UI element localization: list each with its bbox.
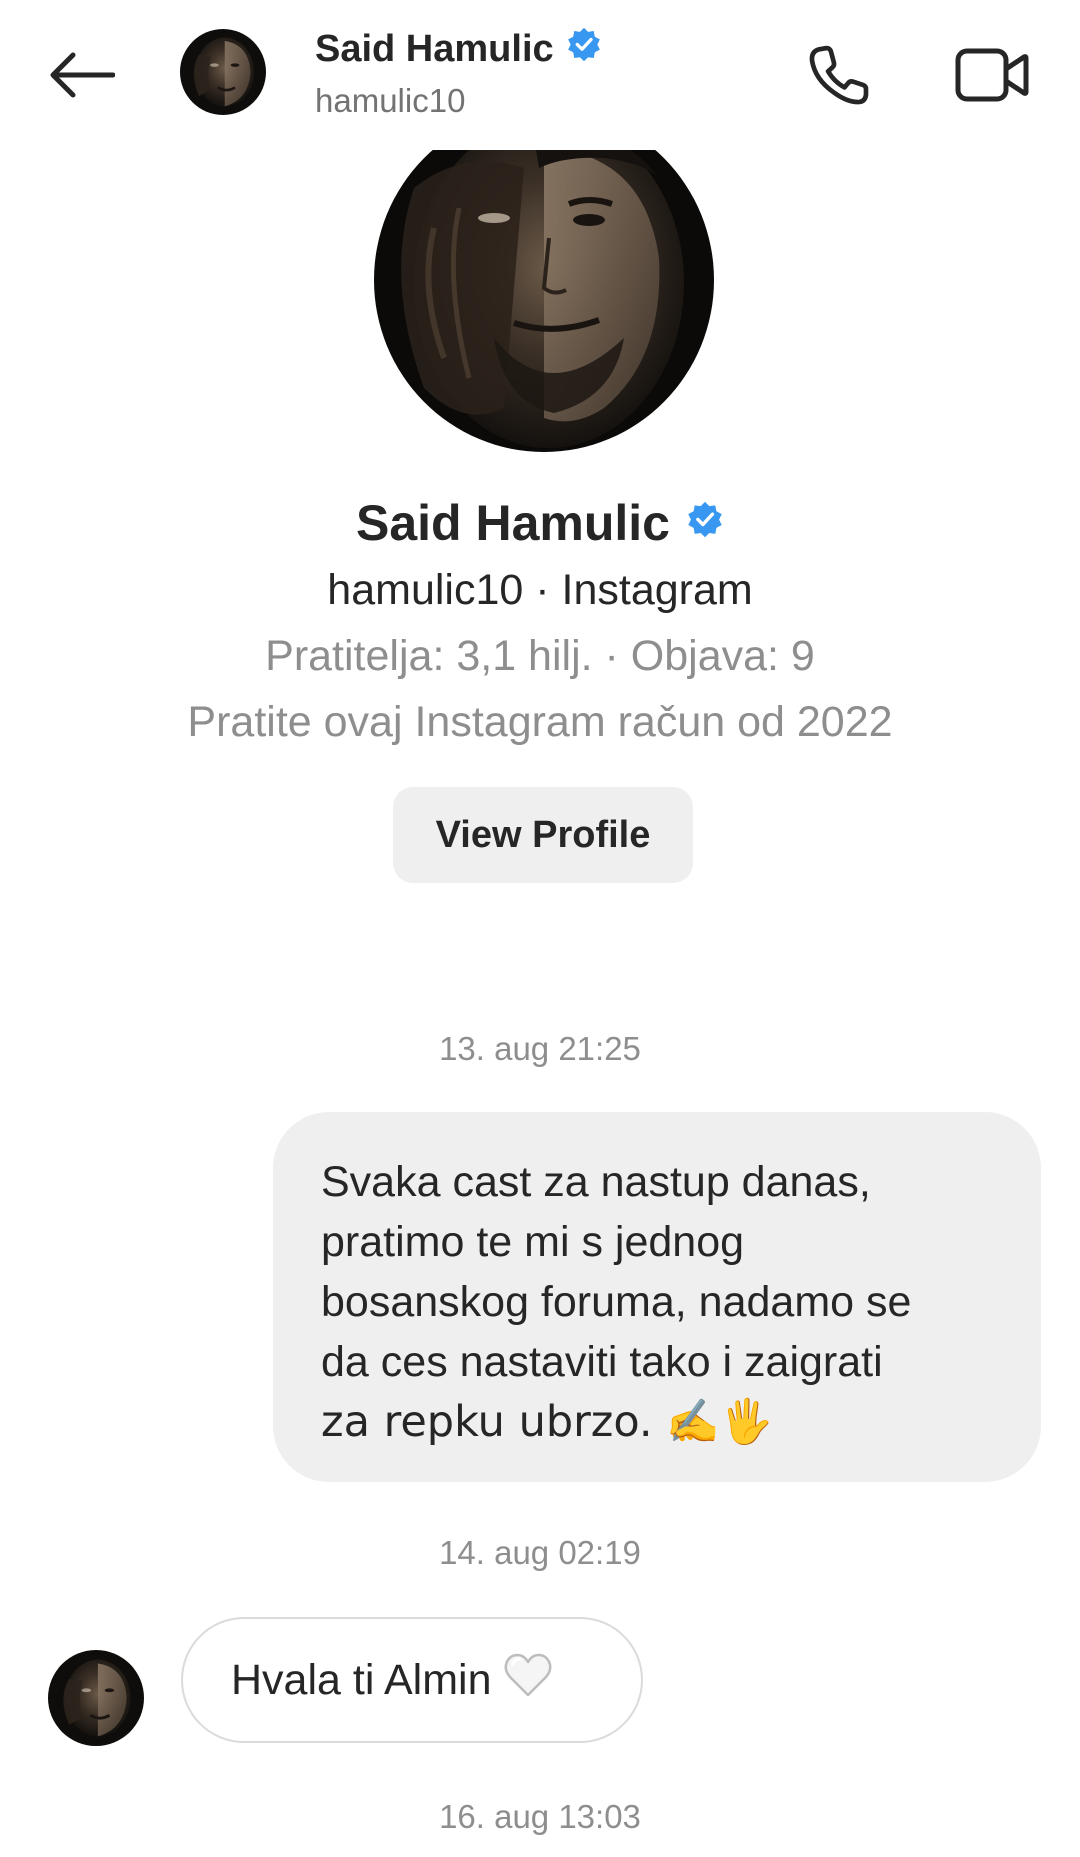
profile-stats: Pratitelja: 3,1 hilj. · Objava: 9 [265,632,815,680]
profile-name-text: Said Hamulic [356,495,670,551]
video-call-button[interactable] [944,32,1040,118]
phone-icon [809,45,869,105]
header-handle: hamulic10 [315,82,466,119]
outgoing-message-bubble[interactable]: Svaka cast za nastup danas, pratimo te m… [273,1112,1041,1482]
incoming-message-bubble[interactable]: Hvala ti Almin [181,1617,643,1743]
message-line: bosanskog foruma, nadamo se [321,1278,912,1326]
profile-follow-since: Pratite ovaj Instagram račun od 2022 [187,698,893,746]
message-line: da ces nastaviti tako i zaigrati [321,1338,883,1386]
verified-badge-icon [686,492,724,550]
message-text: Hvala ti Almin [231,1655,492,1704]
message-line: pratimo te mi s jednog [321,1218,745,1266]
header-avatar[interactable] [180,29,266,115]
white-heart-icon [503,1652,553,1709]
header-name[interactable]: Said Hamulic [315,26,602,72]
verified-badge-icon [566,26,602,72]
avatar-image [180,29,266,115]
video-camera-icon [955,48,1029,102]
profile-avatar-image [374,108,714,452]
arrow-left-icon [50,52,115,98]
profile-avatar[interactable] [374,108,714,452]
message-line: Svaka cast za nastup danas, [321,1158,871,1206]
message-timestamp: 16. aug 13:03 [439,1798,641,1835]
back-button[interactable] [40,38,124,112]
call-button[interactable] [796,32,882,118]
message-timestamp: 14. aug 02:19 [439,1534,641,1571]
message-line: za repku ubrzo. ✍️🖐️ [321,1397,774,1447]
view-profile-button[interactable]: View Profile [393,787,693,883]
sender-avatar-image [48,1650,144,1746]
message-timestamp: 13. aug 21:25 [439,1030,641,1067]
sender-avatar[interactable] [48,1650,144,1746]
chat-header: Said Hamulic hamulic10 [0,0,1080,150]
profile-name: Said Hamulic [0,492,1080,552]
header-name-text: Said Hamulic [315,27,554,70]
profile-handle-line: hamulic10 · Instagram [327,566,753,614]
